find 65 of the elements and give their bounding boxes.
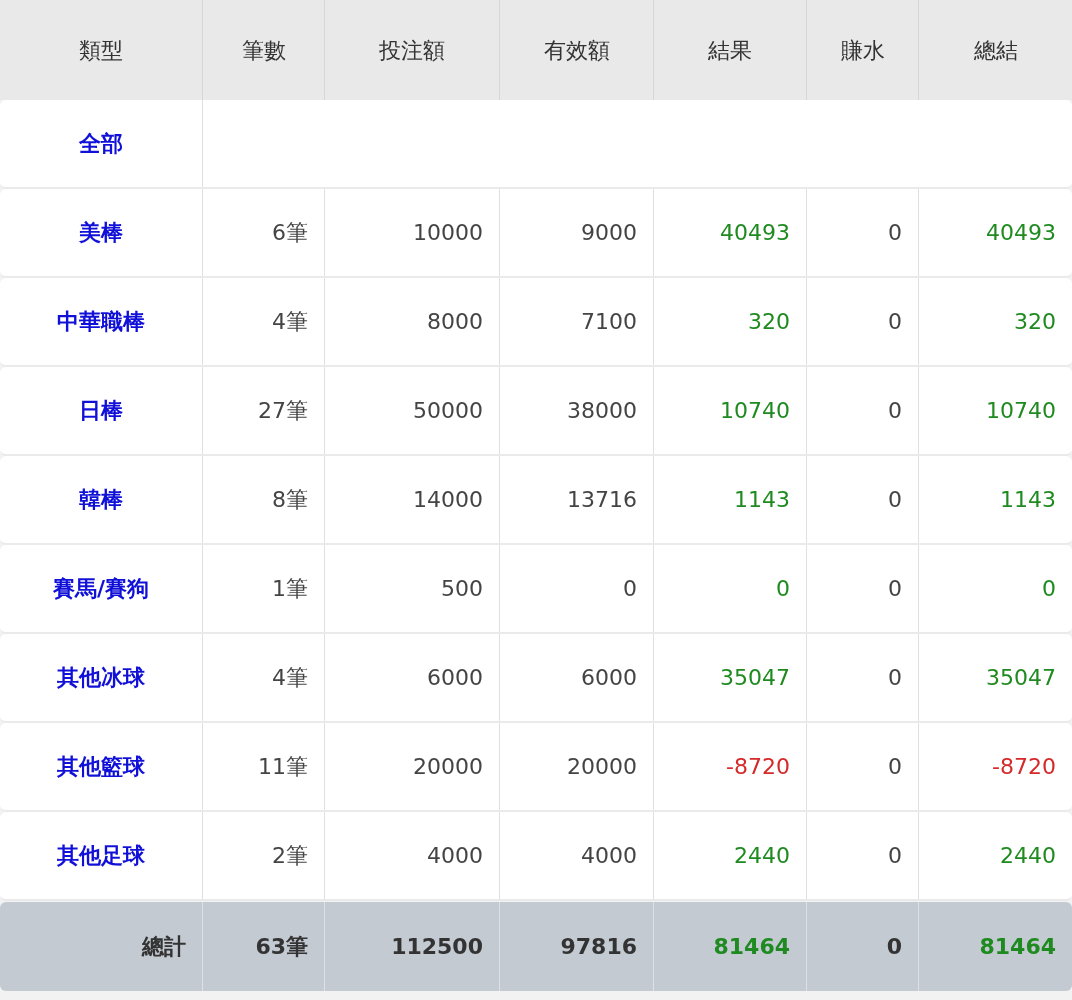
table-cell: 4筆 xyxy=(203,634,325,721)
total-cell: 81464 xyxy=(654,902,807,991)
table-cell-text: 35047 xyxy=(985,664,1057,692)
total-cell-text: 81464 xyxy=(978,933,1057,961)
table-cell: 320 xyxy=(654,278,807,365)
table-cell-text: 1143 xyxy=(999,486,1057,514)
table-cell-text: 10740 xyxy=(985,397,1057,425)
table-cell: 500 xyxy=(325,545,500,632)
table-cell: 0 xyxy=(807,545,919,632)
category-link[interactable]: 美棒 xyxy=(0,189,203,276)
table-cell: 10000 xyxy=(325,189,500,276)
category-link[interactable]: 日棒 xyxy=(0,367,203,454)
table-cell: 6000 xyxy=(500,634,654,721)
table-cell: 13716 xyxy=(500,456,654,543)
table-cell: 20000 xyxy=(500,723,654,810)
category-link[interactable]: 其他籃球 xyxy=(0,723,203,810)
total-cell: 97816 xyxy=(500,902,654,991)
table-cell: 0 xyxy=(807,456,919,543)
table-cell: 0 xyxy=(654,545,807,632)
table-cell: 11筆 xyxy=(203,723,325,810)
table-cell-text: 40493 xyxy=(985,219,1057,247)
table-cell: 0 xyxy=(807,634,919,721)
table-cell: -8720 xyxy=(654,723,807,810)
total-cell: 0 xyxy=(807,902,919,991)
category-link[interactable]: 韓棒 xyxy=(0,456,203,543)
table-cell-text: 0 xyxy=(1041,575,1057,603)
table-cell: 0 xyxy=(807,723,919,810)
table-cell: 2440 xyxy=(654,812,807,899)
table-cell: 0 xyxy=(807,367,919,454)
table-cell: 4000 xyxy=(325,812,500,899)
table-cell: 0 xyxy=(807,812,919,899)
table-cell: 2筆 xyxy=(203,812,325,899)
table-cell: 40493 xyxy=(654,189,807,276)
table-cell: 1筆 xyxy=(203,545,325,632)
table-cell: 0 xyxy=(807,189,919,276)
table-cell: 1143 xyxy=(654,456,807,543)
table-cell: 20000 xyxy=(325,723,500,810)
table-cell: 0 xyxy=(807,278,919,365)
category-link[interactable]: 其他足球 xyxy=(0,812,203,899)
table-cell: 50000 xyxy=(325,367,500,454)
table-cell-text: -8720 xyxy=(991,753,1057,781)
table-cell-text: 320 xyxy=(1013,308,1057,336)
table-cell: 6筆 xyxy=(203,189,325,276)
table-cell: 8000 xyxy=(325,278,500,365)
table-cell: 14000 xyxy=(325,456,500,543)
table-cell: 4000 xyxy=(500,812,654,899)
table-cell-text: 2440 xyxy=(999,842,1057,870)
column-header: 總結 xyxy=(972,36,1019,65)
table-cell: 38000 xyxy=(500,367,654,454)
table-cell: 4筆 xyxy=(203,278,325,365)
total-label: 總計 xyxy=(0,902,203,991)
category-link[interactable]: 全部 xyxy=(0,100,203,187)
total-cell: 112500 xyxy=(325,902,500,991)
total-cell: 63筆 xyxy=(203,902,325,991)
table-cell: 0 xyxy=(500,545,654,632)
table-cell: 35047 xyxy=(654,634,807,721)
table-cell: 6000 xyxy=(325,634,500,721)
table-cell: 8筆 xyxy=(203,456,325,543)
table-cell: 7100 xyxy=(500,278,654,365)
table-cell: 10740 xyxy=(654,367,807,454)
category-link[interactable]: 其他冰球 xyxy=(0,634,203,721)
category-link[interactable]: 中華職棒 xyxy=(0,278,203,365)
table-cell: 27筆 xyxy=(203,367,325,454)
category-link[interactable]: 賽馬/賽狗 xyxy=(0,545,203,632)
table-cell: 9000 xyxy=(500,189,654,276)
